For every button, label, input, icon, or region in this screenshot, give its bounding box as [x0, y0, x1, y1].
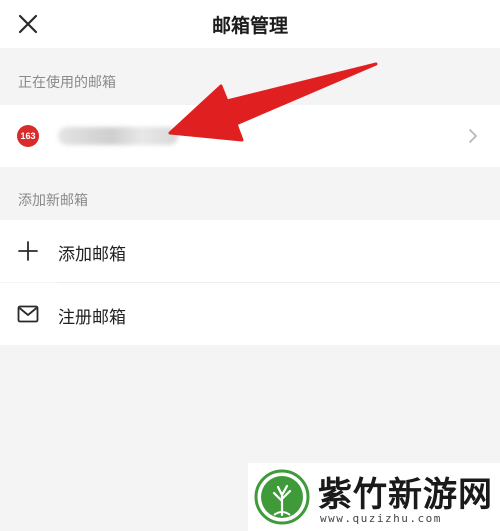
bamboo-tree-logo-icon	[254, 469, 310, 525]
watermark-banner: 紫竹新游网 www.quzizhu.com	[248, 463, 500, 531]
watermark-title: 紫竹新游网	[318, 475, 493, 515]
annotation-arrow	[168, 62, 378, 142]
watermark-url: www.quzizhu.com	[320, 512, 442, 525]
